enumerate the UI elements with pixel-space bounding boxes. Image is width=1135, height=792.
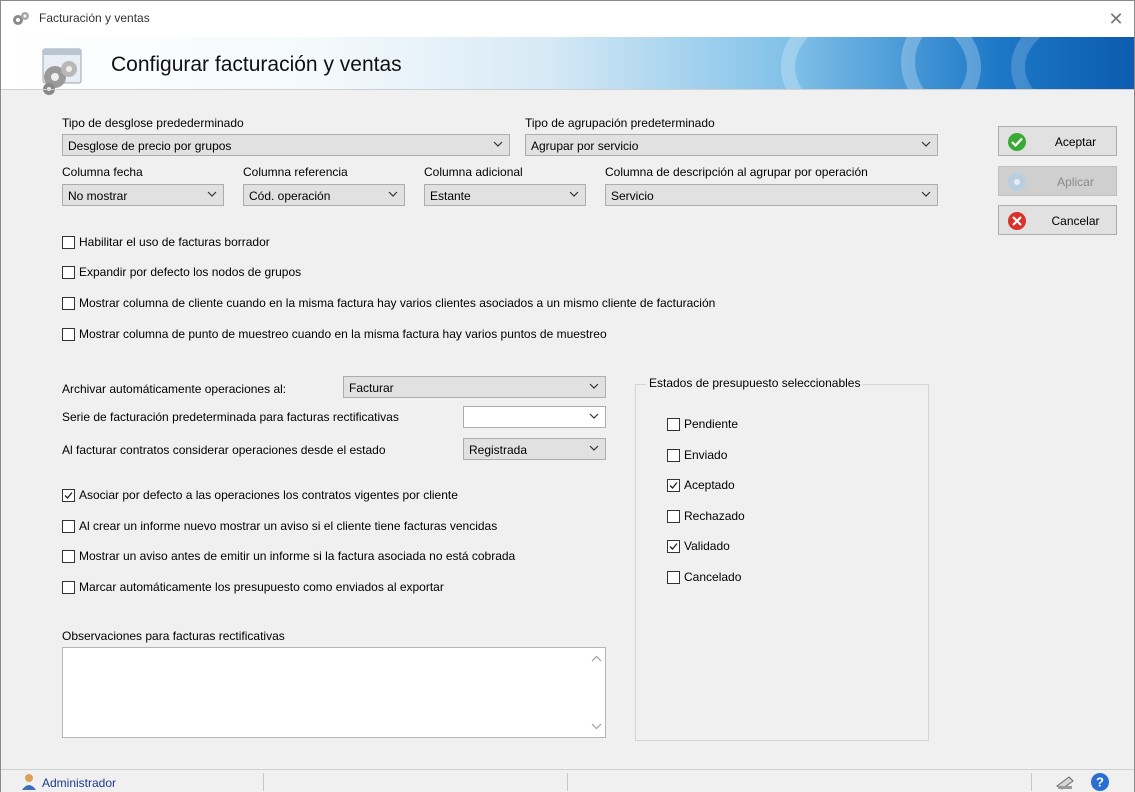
opt-aviso-no-cobrada[interactable]: Mostrar un aviso antes de emitir un info… <box>62 549 515 563</box>
chevron-down-icon <box>207 191 217 197</box>
opt-borrador[interactable]: Habilitar el uso de facturas borrador <box>62 235 270 249</box>
status-separator <box>263 773 264 791</box>
estado-pendiente[interactable]: Pendiente <box>667 417 738 431</box>
estados-groupbox <box>635 384 929 741</box>
checkbox[interactable] <box>62 519 75 533</box>
status-bar: Administrador ? <box>1 769 1134 792</box>
estado-validado[interactable]: Validado <box>667 539 730 553</box>
col-descripcion-dropdown[interactable]: Servicio <box>605 184 938 206</box>
observaciones-textarea[interactable] <box>62 647 606 738</box>
archivar-label: Archivar automáticamente operaciones al: <box>62 382 287 396</box>
contratos-value: Registrada <box>469 443 528 457</box>
checkbox[interactable] <box>667 539 680 553</box>
serie-dropdown[interactable] <box>463 406 606 428</box>
checkbox[interactable] <box>62 235 75 249</box>
close-icon[interactable]: ✕ <box>1104 7 1128 31</box>
scroll-down-icon[interactable] <box>591 722 602 730</box>
desglose-value: Desglose de precio por grupos <box>68 139 232 153</box>
cancel-x-icon <box>1008 212 1026 230</box>
checkbox[interactable] <box>62 327 75 341</box>
header-divider <box>1 89 1134 90</box>
contratos-dropdown[interactable]: Registrada <box>463 438 606 460</box>
col-fecha-value: No mostrar <box>68 189 128 203</box>
opt-columna-cliente[interactable]: Mostrar columna de cliente cuando en la … <box>62 296 715 310</box>
chevron-down-icon <box>589 445 599 451</box>
help-icon[interactable]: ? <box>1090 772 1110 792</box>
agrupacion-dropdown[interactable]: Agrupar por servicio <box>525 134 938 156</box>
title-bar: Facturación y ventas ✕ <box>1 1 1134 37</box>
scanner-icon[interactable] <box>1055 772 1075 792</box>
col-fecha-label: Columna fecha <box>62 165 143 179</box>
checkmark-icon <box>64 491 73 499</box>
opt-columna-punto-muestreo[interactable]: Mostrar columna de punto de muestreo cua… <box>62 327 607 341</box>
window-title: Facturación y ventas <box>39 11 150 25</box>
estados-title: Estados de presupuesto seleccionables <box>646 376 864 390</box>
chevron-down-icon <box>921 191 931 197</box>
gears-app-icon <box>13 12 29 25</box>
contratos-label: Al facturar contratos considerar operaci… <box>62 443 386 457</box>
opt-asociar-contratos[interactable]: Asociar por defecto a las operaciones lo… <box>62 488 458 502</box>
col-adicional-label: Columna adicional <box>424 165 523 179</box>
chevron-down-icon <box>921 141 931 147</box>
archivar-dropdown[interactable]: Facturar <box>343 376 606 398</box>
checkbox[interactable] <box>62 549 75 563</box>
checkmark-icon <box>669 481 678 489</box>
estado-cancelado[interactable]: Cancelado <box>667 570 741 584</box>
col-referencia-value: Cód. operación <box>249 189 331 203</box>
status-separator <box>567 773 568 791</box>
checkmark-icon <box>669 542 678 550</box>
page-title: Configurar facturación y ventas <box>111 53 402 76</box>
checkbox[interactable] <box>62 488 75 502</box>
checkbox[interactable] <box>667 570 680 584</box>
aplicar-button[interactable]: Aplicar <box>998 166 1117 196</box>
col-descripcion-value: Servicio <box>611 189 654 203</box>
checkbox[interactable] <box>667 448 680 462</box>
chevron-down-icon <box>569 191 579 197</box>
col-referencia-label: Columna referencia <box>243 165 348 179</box>
svg-text:?: ? <box>1096 775 1104 790</box>
col-fecha-dropdown[interactable]: No mostrar <box>62 184 224 206</box>
col-adicional-value: Estante <box>430 189 471 203</box>
chevron-down-icon <box>493 141 503 147</box>
opt-expandir-grupos[interactable]: Expandir por defecto los nodos de grupos <box>62 265 301 279</box>
desglose-label: Tipo de desglose predederminado <box>62 116 244 130</box>
status-separator <box>1031 773 1032 791</box>
chevron-down-icon <box>589 413 599 419</box>
agrupacion-label: Tipo de agrupación predeterminado <box>525 116 715 130</box>
estado-rechazado[interactable]: Rechazado <box>667 509 745 523</box>
checkbox[interactable] <box>667 509 680 523</box>
scroll-up-icon[interactable] <box>591 655 602 663</box>
col-descripcion-label: Columna de descripción al agrupar por op… <box>605 165 868 179</box>
aceptar-button[interactable]: Aceptar <box>998 126 1117 156</box>
col-adicional-dropdown[interactable]: Estante <box>424 184 586 206</box>
opt-marcar-enviados[interactable]: Marcar automáticamente los presupuesto c… <box>62 580 444 594</box>
checkbox[interactable] <box>62 580 75 594</box>
chevron-down-icon <box>589 383 599 389</box>
checkbox[interactable] <box>667 417 680 431</box>
user-icon <box>22 774 36 790</box>
chevron-down-icon <box>388 191 398 197</box>
current-user: Administrador <box>42 776 117 790</box>
archivar-value: Facturar <box>349 381 394 395</box>
checkbox[interactable] <box>667 478 680 492</box>
cancelar-button[interactable]: Cancelar <box>998 205 1117 235</box>
check-circle-icon <box>1008 133 1026 151</box>
opt-aviso-facturas-vencidas[interactable]: Al crear un informe nuevo mostrar un avi… <box>62 519 497 533</box>
observaciones-label: Observaciones para facturas rectificativ… <box>62 629 285 643</box>
estado-aceptado[interactable]: Aceptado <box>667 478 735 492</box>
vertical-scrollbar[interactable] <box>588 648 605 737</box>
serie-label: Serie de facturación predeterminada para… <box>62 410 399 424</box>
agrupacion-value: Agrupar por servicio <box>531 139 639 153</box>
settings-window: Facturación y ventas ✕ Configurar factur… <box>0 0 1135 792</box>
apply-disc-icon <box>1008 173 1026 191</box>
checkbox[interactable] <box>62 296 75 310</box>
estado-enviado[interactable]: Enviado <box>667 448 727 462</box>
col-referencia-dropdown[interactable]: Cód. operación <box>243 184 405 206</box>
desglose-dropdown[interactable]: Desglose de precio por grupos <box>62 134 510 156</box>
checkbox[interactable] <box>62 265 75 279</box>
